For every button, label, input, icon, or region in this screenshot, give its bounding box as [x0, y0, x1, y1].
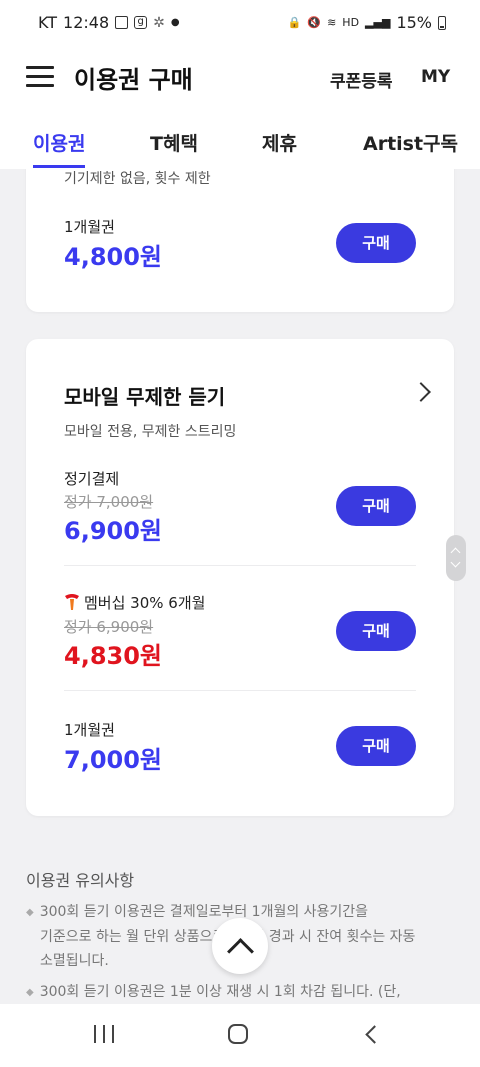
clock: 12:48: [63, 13, 110, 32]
discount-price: 4,830원: [64, 642, 162, 670]
tab-partnership[interactable]: 제휴: [262, 129, 297, 156]
active-tab-indicator: [33, 165, 85, 168]
tab-t-benefits[interactable]: T혜택: [150, 129, 198, 156]
plan-title: 모바일 무제한 듣기: [64, 385, 226, 409]
fast-scroll-handle[interactable]: [446, 535, 466, 581]
plan-price: 7,000원: [64, 746, 162, 774]
chevron-right-icon[interactable]: [411, 382, 431, 402]
plan-description: 기기제한 없음, 횟수 제한: [64, 171, 211, 187]
notes-title: 이용권 유의사항: [26, 871, 135, 890]
system-nav-bar: [0, 1004, 480, 1067]
battery-icon: [438, 15, 446, 30]
tab-artist-subscription[interactable]: Artist구독: [363, 129, 458, 156]
buy-button[interactable]: 구매: [336, 486, 416, 526]
recent-apps-icon[interactable]: [94, 1025, 116, 1043]
buy-button[interactable]: 구매: [336, 611, 416, 651]
back-icon[interactable]: [365, 1025, 384, 1044]
app-header: 이용권 구매 쿠폰등록 MY: [0, 46, 480, 112]
signal-icon: ▂▄▆: [365, 16, 391, 29]
carrier-label: KT: [38, 13, 58, 32]
bullet-icon: ◆: [26, 987, 34, 998]
divider: [64, 565, 416, 566]
membership-label: 멤버십 30% 6개월: [84, 594, 206, 612]
plan-option-label: 1개월권: [64, 721, 115, 739]
original-price: 정가 6,900원: [64, 618, 154, 636]
plan-option-label-membership: 멤버십 30% 6개월: [64, 592, 205, 613]
lock-icon: 🔒: [287, 16, 302, 29]
note-line: 소멸됩니다.: [40, 953, 109, 969]
note-line: 300회 듣기 이용권은 1분 이상 재생 시 1회 차감 됩니다. (단,: [39, 984, 401, 1000]
scroll-to-top-button[interactable]: [212, 918, 268, 974]
plan-option-label: 정기결제: [64, 470, 120, 488]
plan-card-unlimited: 기기제한 없음, 횟수 제한 1개월권 4,800원 구매: [26, 169, 454, 312]
my-button[interactable]: MY: [421, 67, 450, 87]
status-left: KT 12:48 g ✲ ●: [38, 13, 180, 32]
divider: [64, 690, 416, 691]
hd-network-label: HD: [342, 16, 360, 29]
g-notification-icon: g: [134, 16, 148, 29]
status-right: 🔒 🔇 ≋ HD ▂▄▆ 15%: [288, 13, 446, 32]
gallery-notification-icon: [115, 16, 129, 29]
wifi-icon: ≋: [327, 16, 337, 29]
settings-notification-icon: ✲: [153, 14, 165, 31]
plan-card-mobile-unlimited: 모바일 무제한 듣기 모바일 전용, 무제한 스트리밍 정기결제 정가 7,00…: [26, 339, 454, 816]
note-item: ◆ 300회 듣기 이용권은 1분 이상 재생 시 1회 차감 됩니다. (단,: [26, 980, 456, 1004]
home-icon[interactable]: [228, 1024, 248, 1044]
status-bar: KT 12:48 g ✲ ● 🔒 🔇 ≋ HD ▂▄▆ 15%: [0, 0, 480, 46]
original-price: 정가 7,000원: [64, 493, 154, 511]
buy-button[interactable]: 구매: [336, 223, 416, 263]
chevron-up-icon: [227, 938, 254, 965]
plan-option-label: 1개월권: [64, 218, 115, 236]
plan-price: 6,900원: [64, 517, 162, 545]
bullet-icon: ◆: [26, 907, 34, 918]
plan-description: 모바일 전용, 무제한 스트리밍: [64, 424, 237, 440]
more-notifications-icon: ●: [170, 17, 180, 28]
t-membership-logo-icon: [65, 594, 79, 610]
tab-bar: 이용권 T혜택 제휴 Artist구독: [0, 112, 480, 169]
coupon-register-button[interactable]: 쿠폰등록: [330, 67, 393, 92]
hamburger-menu-icon[interactable]: [26, 66, 54, 88]
tab-voucher[interactable]: 이용권: [33, 129, 85, 156]
content-scroll-area[interactable]: 기기제한 없음, 횟수 제한 1개월권 4,800원 구매 모바일 무제한 듣기…: [0, 169, 480, 1004]
page-title: 이용권 구매: [74, 66, 193, 94]
battery-percent: 15%: [396, 13, 432, 32]
plan-price: 4,800원: [64, 243, 162, 271]
note-line: 300회 듣기 이용권은 결제일로부터 1개월의 사용기간을: [39, 904, 369, 920]
buy-button[interactable]: 구매: [336, 726, 416, 766]
mute-icon: 🔇: [307, 16, 322, 29]
